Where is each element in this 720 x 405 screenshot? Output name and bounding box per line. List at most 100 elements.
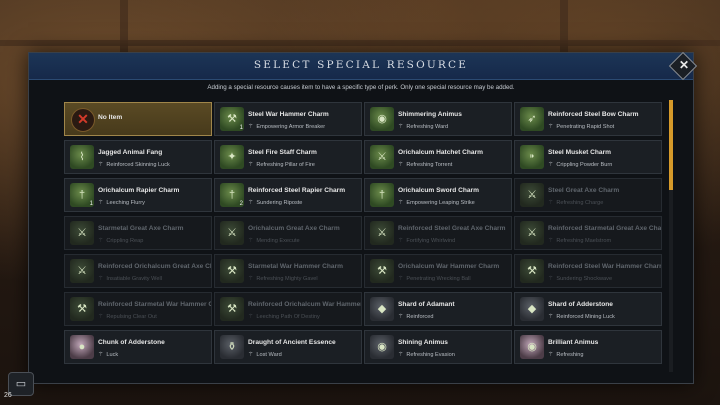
scrollbar-thumb[interactable] (669, 100, 673, 190)
resource-item[interactable]: ◆ Shard of Adderstone ⚚ Reinforced Mining L… (514, 292, 662, 326)
perk-label: ⚚ Refreshing Mighty Gavel (248, 275, 318, 282)
resource-item[interactable]: ⌇ Jagged Animal Fang ⚚ Reinforced Skinning … (64, 140, 212, 174)
resource-item[interactable]: † Orichalcum Sword Charm ⚚ Empowering Leapi… (364, 178, 512, 212)
resource-item[interactable]: ⚒ Reinforced Starmetal War Hammer Charm ⚚R… (64, 292, 212, 326)
resource-item[interactable]: ⚒ Reinforced Steel War Hammer Charm ⚚ Sunde… (514, 254, 662, 288)
perk-text: Sundering Shockwave (556, 276, 613, 282)
perk-label: ⚚ Sundering Riposte (248, 199, 302, 206)
resource-item[interactable]: ⚒ Orichalcum War Hammer Charm ⚚ Penetrating… (364, 254, 512, 288)
perk-text: Refreshing Charge (556, 200, 604, 206)
perk-label: ⚚ Mending Execute (248, 237, 300, 244)
hatchet-charm-icon: ⚔ (370, 145, 394, 169)
axe-charm-icon: ⚔ (70, 221, 94, 245)
perk-label: ⚚ Refreshing Charge (548, 199, 603, 206)
perk-label: ⚚ Empowering Leaping Strike (398, 199, 475, 206)
perk-icon: ⚚ (398, 124, 404, 130)
resource-item[interactable]: ⚔ Orichalcum Hatchet Charm ⚚ Refreshing Tor… (364, 140, 512, 174)
perk-text: Reinforced (406, 314, 434, 320)
hammer-charm-icon: ⚒ (70, 297, 94, 321)
perk-label: ⚚ Crippling Powder Burn (548, 161, 612, 168)
perk-text: Refreshing Maelstrom (556, 238, 612, 244)
resource-item[interactable]: ⚔ Starmetal Great Axe Charm ⚚ Crippling Rea… (64, 216, 212, 250)
perk-text: Penetrating Wrecking Ball (406, 276, 471, 282)
chunk-icon: ● (70, 335, 94, 359)
item-name: Shard of Adamant (398, 301, 455, 308)
resource-item[interactable]: ⚒ Starmetal War Hammer Charm ⚚ Refreshing M… (214, 254, 362, 288)
perk-label: ⚚ Penetrating Rapid Shot (548, 123, 614, 130)
perk-label: ⚚ Leeching Path Of Destiny (248, 313, 320, 320)
resource-item[interactable]: † 1 Orichalcum Rapier Charm ⚚ Leeching Flurr… (64, 178, 212, 212)
item-name: Shimmering Animus (398, 111, 462, 118)
resource-item[interactable]: ⚱ Draught of Ancient Essence ⚚ Lost Ward (214, 330, 362, 364)
resource-item[interactable]: ⁍ Steel Musket Charm ⚚ Crippling Powder Bur… (514, 140, 662, 174)
resource-item[interactable]: ◉ Shining Animus ⚚ Refreshing Evasion (364, 330, 512, 364)
resource-item[interactable]: ✕ No Item (64, 102, 212, 136)
resource-item[interactable]: ⚔ Reinforced Starmetal Great Axe Charm ⚚ Re… (514, 216, 662, 250)
item-name: Starmetal Great Axe Charm (98, 225, 184, 232)
perk-icon: ⚚ (248, 238, 254, 244)
perk-text: Mending Execute (256, 238, 300, 244)
perk-icon: ⚚ (248, 352, 254, 358)
perk-label: ⚚ Repulsing Clear Out (98, 313, 157, 320)
item-name: Brilliant Animus (548, 339, 599, 346)
perk-icon: ⚚ (98, 276, 104, 282)
perk-icon: ⚚ (248, 162, 254, 168)
perk-text: Refreshing Torrent (406, 162, 453, 168)
perk-label: ⚚ Refreshing Ward (398, 123, 448, 130)
bow-charm-icon: ➶ (520, 107, 544, 131)
item-name: Orichalcum Rapier Charm (98, 187, 180, 194)
item-name: Shard of Adderstone (548, 301, 613, 308)
resource-item[interactable]: ⚔ Reinforced Steel Great Axe Charm ⚚ Fortif… (364, 216, 512, 250)
no-item-icon: ✕ (71, 108, 95, 132)
staff-charm-icon: ✦ (220, 145, 244, 169)
resource-item[interactable]: ⚔ Steel Great Axe Charm ⚚ Refreshing Charge (514, 178, 662, 212)
perk-label: ⚚ Reinforced Mining Luck (548, 313, 615, 320)
perk-label: ⚚ Refreshing (548, 351, 583, 358)
scrollbar[interactable] (669, 100, 673, 372)
item-name: Chunk of Adderstone (98, 339, 165, 346)
item-name: Steel Fire Staff Charm (248, 149, 317, 156)
hammer-charm-icon: ⚒ 1 (220, 107, 244, 131)
resource-item[interactable]: ✦ Steel Fire Staff Charm ⚚ Refreshing Pilla… (214, 140, 362, 174)
tier-badge: 1 (239, 125, 243, 131)
resource-item[interactable]: ⚔ Reinforced Orichalcum Great Axe Charm ⚚I… (64, 254, 212, 288)
perk-icon: ⚚ (98, 162, 104, 168)
item-name: Reinforced Starmetal Great Axe Charm (548, 225, 662, 232)
perk-text: Sundering Riposte (256, 200, 303, 206)
rapier-charm-icon: † 2 (220, 183, 244, 207)
perk-text: Leeching Flurry (106, 200, 145, 206)
shard-icon: ◆ (520, 297, 544, 321)
perk-icon: ⚚ (248, 314, 254, 320)
item-name: Steel Great Axe Charm (548, 187, 620, 194)
perk-icon: ⚚ (98, 200, 104, 206)
item-name: Reinforced Orichalcum War Hammer Charm (248, 301, 362, 308)
perk-text: Empowering Armor Breaker (256, 124, 326, 130)
item-name: Orichalcum War Hammer Charm (398, 263, 500, 270)
item-name: Orichalcum Great Axe Charm (248, 225, 340, 232)
perk-text: Crippling Reap (106, 238, 144, 244)
resource-item[interactable]: ⚒ 1 Steel War Hammer Charm ⚚ Empowering Armo… (214, 102, 362, 136)
item-name: Jagged Animal Fang (98, 149, 163, 156)
close-icon[interactable]: ✕ (675, 56, 693, 74)
perk-icon: ⚚ (98, 238, 104, 244)
resource-item[interactable]: † 2 Reinforced Steel Rapier Charm ⚚ Sunderin… (214, 178, 362, 212)
shard-icon: ◆ (370, 297, 394, 321)
tier-badge: 1 (89, 201, 93, 207)
resource-item[interactable]: ◆ Shard of Adamant ⚚ Reinforced (364, 292, 512, 326)
resource-item[interactable]: ◉ Brilliant Animus ⚚ Refreshing (514, 330, 662, 364)
perk-text: Refreshing (556, 352, 584, 358)
item-name: Reinforced Starmetal War Hammer Charm (98, 301, 211, 308)
perk-icon: ⚚ (398, 352, 404, 358)
perk-text: Reinforced Skinning Luck (106, 162, 170, 168)
perk-icon: ⚚ (548, 314, 554, 320)
resource-item[interactable]: ● Chunk of Adderstone ⚚ Luck (64, 330, 212, 364)
item-name: Reinforced Steel Bow Charm (548, 111, 639, 118)
resource-item[interactable]: ➶ Reinforced Steel Bow Charm ⚚ Penetrating … (514, 102, 662, 136)
resource-item[interactable]: ◉ Shimmering Animus ⚚ Refreshing Ward (364, 102, 512, 136)
resource-item[interactable]: ⚔ Orichalcum Great Axe Charm ⚚ Mending Exec… (214, 216, 362, 250)
hammer-charm-icon: ⚒ (370, 259, 394, 283)
perk-text: Empowering Leaping Strike (406, 200, 475, 206)
perk-label: ⚚ Empowering Armor Breaker (248, 123, 325, 130)
item-name: Orichalcum Hatchet Charm (398, 149, 484, 156)
resource-item[interactable]: ⚒ Reinforced Orichalcum War Hammer Charm ⚚… (214, 292, 362, 326)
